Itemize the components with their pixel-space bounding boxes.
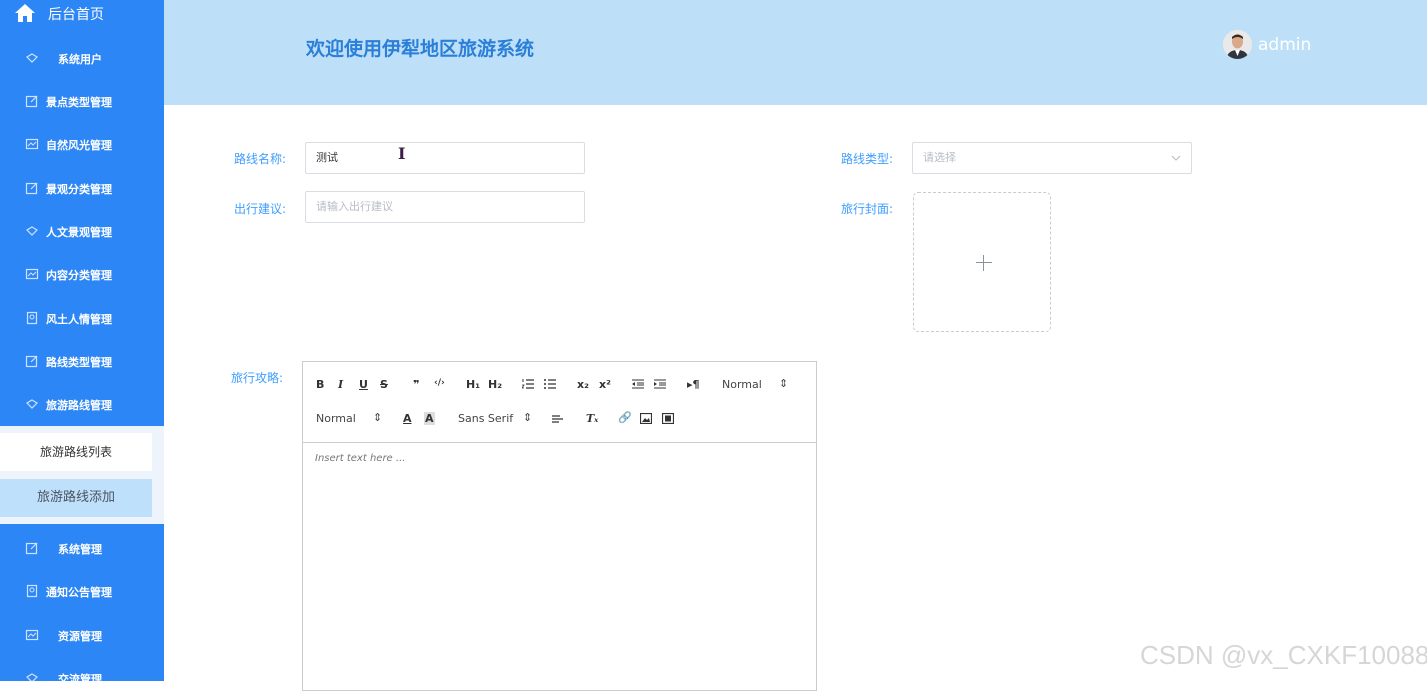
travel-advice-input[interactable]: 请输入出行建议 bbox=[305, 191, 585, 223]
sidebar-item-label: 内容分类管理 bbox=[46, 269, 112, 282]
header-select[interactable]: Normal bbox=[722, 378, 762, 391]
travel-advice-label: 出行建议: bbox=[234, 202, 287, 216]
sidebar-item-nature-scenery[interactable]: 自然风光管理 bbox=[0, 129, 164, 159]
strike-button[interactable]: S bbox=[380, 378, 388, 391]
sidebar-item-system-users[interactable]: 系统用户 bbox=[0, 43, 164, 73]
image-icon[interactable] bbox=[640, 413, 652, 424]
code-block-icon[interactable]: ‹/› bbox=[434, 378, 445, 388]
chevron-down-icon bbox=[1171, 155, 1181, 161]
route-name-input[interactable]: 测试 bbox=[305, 142, 585, 174]
sidebar-item-label: 通知公告管理 bbox=[46, 586, 112, 599]
route-name-label: 路线名称: bbox=[234, 152, 287, 166]
sidebar: 后台首页 系统用户 景点类型管理 自然风光管理 景观分类管理 人文景观管理 内容… bbox=[0, 0, 164, 681]
plus-icon-vertical bbox=[983, 255, 984, 271]
cover-label: 旅行封面: bbox=[841, 202, 894, 216]
submenu-item-route-add[interactable]: 旅游路线添加 bbox=[0, 479, 152, 517]
sidebar-item-label: 景观分类管理 bbox=[46, 183, 112, 196]
ordered-list-icon[interactable] bbox=[522, 379, 534, 389]
user-avatar-icon bbox=[1223, 30, 1252, 59]
sidebar-home[interactable]: 后台首页 bbox=[0, 0, 164, 26]
sidebar-item-route-types[interactable]: 路线类型管理 bbox=[0, 346, 164, 376]
sidebar-item-cultural-landscape[interactable]: 人文景观管理 bbox=[0, 216, 164, 246]
sidebar-item-label: 资源管理 bbox=[58, 630, 102, 643]
sidebar-item-notices[interactable]: 通知公告管理 bbox=[0, 576, 164, 606]
route-type-select[interactable]: 请选择 bbox=[912, 142, 1192, 174]
sidebar-item-communication[interactable]: 交流管理 bbox=[0, 663, 164, 681]
sidebar-item-local-customs[interactable]: 风土人情管理 bbox=[0, 303, 164, 333]
editor-placeholder[interactable]: Insert text here ... bbox=[315, 453, 405, 464]
page-title: 欢迎使用伊犁地区旅游系统 bbox=[306, 38, 535, 60]
rich-text-editor: B I U S ❞ ‹/› H₁ H₂ x₂ x² ▸¶ Normal ⇕ No… bbox=[302, 361, 817, 691]
header: 欢迎使用伊犁地区旅游系统 admin bbox=[164, 0, 1427, 105]
cover-upload[interactable] bbox=[913, 192, 1051, 332]
username[interactable]: admin bbox=[1258, 35, 1311, 55]
sidebar-item-attraction-types[interactable]: 景点类型管理 bbox=[0, 86, 164, 116]
video-icon[interactable] bbox=[662, 413, 674, 424]
text-cursor: I bbox=[398, 144, 406, 163]
badge-icon bbox=[26, 311, 38, 325]
sidebar-item-resources[interactable]: 资源管理 bbox=[0, 620, 164, 650]
diamond-icon bbox=[26, 673, 38, 681]
watermark: CSDN @vx_CXKF10088 bbox=[1140, 640, 1427, 670]
home-icon bbox=[15, 4, 35, 22]
underline-button[interactable]: U bbox=[359, 378, 368, 391]
background-color-icon[interactable]: A bbox=[424, 412, 435, 425]
chart-icon bbox=[25, 138, 39, 150]
edit-icon bbox=[25, 182, 38, 195]
sidebar-item-label: 系统用户 bbox=[58, 53, 102, 66]
route-type-placeholder: 请选择 bbox=[923, 151, 956, 164]
sidebar-item-content-categories[interactable]: 内容分类管理 bbox=[0, 259, 164, 289]
italic-button[interactable]: I bbox=[338, 378, 343, 391]
header-select-arrow-icon[interactable]: ⇕ bbox=[779, 377, 788, 390]
font-color-icon[interactable]: A bbox=[403, 412, 412, 425]
bold-button[interactable]: B bbox=[316, 378, 324, 391]
size-select[interactable]: Normal bbox=[316, 412, 356, 425]
edit-icon bbox=[25, 542, 38, 555]
badge-icon bbox=[26, 584, 38, 598]
sidebar-item-label: 人文景观管理 bbox=[46, 226, 112, 239]
link-icon[interactable]: 🔗 bbox=[618, 411, 632, 424]
chart-icon bbox=[25, 629, 39, 641]
edit-icon bbox=[25, 355, 38, 368]
avatar[interactable] bbox=[1223, 30, 1252, 59]
guide-label: 旅行攻略: bbox=[231, 371, 284, 385]
editor-toolbar: B I U S ❞ ‹/› H₁ H₂ x₂ x² ▸¶ Normal ⇕ No… bbox=[303, 362, 816, 443]
sidebar-item-label: 交流管理 bbox=[58, 673, 102, 681]
size-select-arrow-icon[interactable]: ⇕ bbox=[373, 411, 382, 424]
font-select[interactable]: Sans Serif bbox=[458, 412, 513, 425]
align-icon[interactable] bbox=[552, 414, 564, 424]
font-select-arrow-icon[interactable]: ⇕ bbox=[523, 411, 532, 424]
superscript-icon[interactable]: x² bbox=[599, 378, 611, 391]
sidebar-item-label: 景点类型管理 bbox=[46, 96, 112, 109]
route-type-label: 路线类型: bbox=[841, 152, 894, 166]
edit-icon bbox=[25, 95, 38, 108]
outdent-icon[interactable] bbox=[632, 379, 644, 389]
diamond-icon bbox=[26, 399, 38, 409]
submenu-item-route-list[interactable]: 旅游路线列表 bbox=[0, 433, 152, 471]
sidebar-home-label: 后台首页 bbox=[48, 7, 104, 23]
sidebar-item-system-management[interactable]: 系统管理 bbox=[0, 533, 164, 563]
sidebar-item-landscape-categories[interactable]: 景观分类管理 bbox=[0, 173, 164, 203]
sidebar-item-label: 旅游路线管理 bbox=[46, 399, 112, 412]
text-direction-icon[interactable]: ▸¶ bbox=[687, 378, 700, 391]
sidebar-item-tour-routes[interactable]: 旅游路线管理 bbox=[0, 389, 164, 419]
sidebar-item-label: 自然风光管理 bbox=[46, 139, 112, 152]
heading2-icon[interactable]: H₂ bbox=[488, 378, 502, 391]
clear-format-icon[interactable]: Tₓ bbox=[586, 412, 598, 425]
sidebar-item-label: 系统管理 bbox=[58, 543, 102, 556]
sidebar-item-label: 风土人情管理 bbox=[46, 313, 112, 326]
heading1-icon[interactable]: H₁ bbox=[466, 378, 480, 391]
bullet-list-icon[interactable] bbox=[544, 379, 556, 389]
indent-icon[interactable] bbox=[654, 379, 666, 389]
diamond-icon bbox=[26, 226, 38, 236]
subscript-icon[interactable]: x₂ bbox=[577, 378, 589, 391]
chart-icon bbox=[25, 268, 39, 280]
sidebar-item-label: 路线类型管理 bbox=[46, 356, 112, 369]
blockquote-icon[interactable]: ❞ bbox=[413, 378, 419, 391]
submenu-tour-routes: 旅游路线列表 旅游路线添加 bbox=[0, 426, 164, 524]
plus-icon bbox=[976, 262, 992, 263]
diamond-icon bbox=[26, 53, 38, 63]
